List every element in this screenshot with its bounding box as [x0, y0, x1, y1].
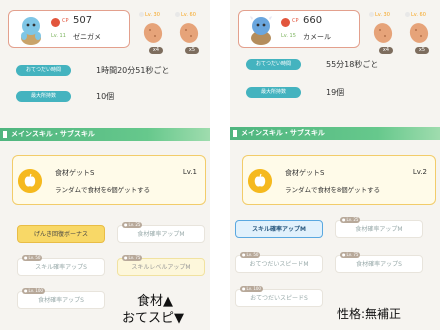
help-time-label: おてつだい時間 — [16, 65, 71, 76]
pokemon-name: カメール — [303, 33, 331, 41]
cp-label: CP — [62, 18, 69, 24]
ingredient-count: x4 — [379, 47, 393, 54]
level-label: Lv. 15 — [281, 33, 296, 39]
subskill-level-tag: Lv. 100 — [240, 286, 263, 292]
subskill-level-tag: Lv. 75 — [122, 255, 143, 261]
pokemon-card[interactable]: CP 660 Lv. 15 カメール — [238, 10, 360, 48]
pokemon-header: CP 507 Lv. 11 ゼニガメ Lv. 30 x4 Lv. 60 x5 — [8, 10, 208, 58]
skill-level: Lv.2 — [412, 168, 427, 176]
cp-label: CP — [292, 18, 299, 24]
cp-value: 507 — [73, 15, 93, 26]
ingredient-count: x4 — [149, 47, 163, 54]
subskill-level-tag: Lv. 25 — [340, 217, 361, 223]
skill-description: ランダムで食材を6個ゲットする — [55, 186, 151, 194]
potato-icon — [373, 23, 393, 43]
subskill-lv10[interactable]: スキル確率アップM — [235, 220, 323, 238]
subskill-label: 食材確率アップS — [38, 297, 84, 304]
right-pokemon-panel: CP 660 Lv. 15 カメール Lv. 30 x4 Lv. 60 x5 お… — [230, 0, 440, 330]
help-time-label: おてつだい時間 — [246, 59, 301, 70]
cp-icon — [51, 18, 60, 27]
subskill-label: げんき回復ボーナス — [33, 231, 88, 238]
ingredient-count: x5 — [185, 47, 199, 54]
skill-section-header: メインスキル・サブスキル — [230, 127, 440, 140]
max-carry-label: 最大所持数 — [246, 87, 301, 98]
potato-icon — [409, 23, 429, 43]
subskill-label: 食材確率アップM — [355, 226, 403, 233]
max-carry-label: 最大所持数 — [16, 91, 71, 102]
apple-icon — [18, 169, 42, 193]
main-skill-card[interactable]: 食材ゲットS Lv.1 ランダムで食材を6個ゲットする — [12, 155, 206, 205]
subskill-label: おてつだいスピードM — [249, 261, 309, 268]
pokemon-name: ゼニガメ — [73, 33, 101, 41]
subskill-lv50[interactable]: Lv. 50 おてつだいスピードM — [235, 252, 323, 273]
max-carry-value: 19個 — [326, 88, 345, 97]
subskill-lv25[interactable]: Lv. 25 食材確率アップM — [117, 222, 205, 243]
subskill-lv100[interactable]: Lv. 100 食材確率アップS — [17, 288, 105, 309]
potato-icon — [179, 23, 199, 43]
subskill-lv10[interactable]: げんき回復ボーナス — [17, 225, 105, 243]
help-time-row: おてつだい時間 1時間20分51秒ごと — [16, 65, 208, 76]
subskill-lv75[interactable]: Lv. 75 食材確率アップS — [335, 252, 423, 273]
subskill-level-tag: Lv. 100 — [22, 288, 45, 294]
ingredient-slot-lv60[interactable]: Lv. 60 x5 — [403, 10, 435, 58]
subskill-lv100[interactable]: Lv. 100 おてつだいスピードS — [235, 286, 323, 307]
ingredient-lv-label: Lv. 60 — [411, 12, 426, 18]
subskill-label: 食材確率アップS — [356, 261, 402, 268]
skill-level: Lv.1 — [182, 168, 197, 176]
help-time-value: 1時間20分51秒ごと — [96, 66, 170, 75]
subskill-lv25[interactable]: Lv. 25 食材確率アップM — [335, 217, 423, 238]
subskill-label: 食材確率アップM — [137, 231, 185, 238]
pokemon-header: CP 660 Lv. 15 カメール Lv. 30 x4 Lv. 60 x5 — [238, 10, 438, 58]
cp-icon — [281, 18, 290, 27]
note-nature: 性格:無補正 — [337, 307, 402, 321]
subskill-lv50[interactable]: Lv. 50 スキル確率アップS — [17, 255, 105, 276]
ingredient-count: x5 — [415, 47, 429, 54]
help-time-row: おてつだい時間 55分18秒ごと — [246, 59, 438, 70]
ingredient-slot-lv30[interactable]: Lv. 30 x4 — [367, 10, 399, 58]
skill-name: 食材ゲットS — [285, 169, 325, 177]
potato-icon — [143, 23, 163, 43]
left-pokemon-panel: CP 507 Lv. 11 ゼニガメ Lv. 30 x4 Lv. 60 x5 お… — [0, 0, 210, 330]
ingredient-lv-label: Lv. 30 — [145, 12, 160, 18]
apple-icon — [248, 169, 272, 193]
ingredient-lv-label: Lv. 30 — [375, 12, 390, 18]
level-label: Lv. 11 — [51, 33, 66, 39]
max-carry-value: 10個 — [96, 92, 115, 101]
subskill-level-tag: Lv. 25 — [122, 222, 143, 228]
subskill-label: おてつだいスピードS — [250, 295, 308, 302]
skill-description: ランダムで食材を8個ゲットする — [285, 186, 381, 194]
main-skill-card[interactable]: 食材ゲットS Lv.2 ランダムで食材を8個ゲットする — [242, 155, 436, 205]
ingredient-slot-lv60[interactable]: Lv. 60 x5 — [173, 10, 205, 58]
ingredient-slot-lv30[interactable]: Lv. 30 x4 — [137, 10, 169, 58]
help-time-value: 55分18秒ごと — [326, 60, 379, 69]
cp-value: 660 — [303, 15, 323, 26]
subskill-label: スキル確率アップS — [35, 264, 87, 271]
max-carry-row: 最大所持数 10個 — [16, 91, 208, 102]
note-speed-down: おてスピ▼ — [122, 311, 184, 326]
subskill-level-tag: Lv. 75 — [340, 252, 361, 258]
skill-section-header: メインスキル・サブスキル — [0, 128, 210, 141]
subskill-level-tag: Lv. 50 — [240, 252, 261, 258]
skill-name: 食材ゲットS — [55, 169, 95, 177]
pokemon-card[interactable]: CP 507 Lv. 11 ゼニガメ — [8, 10, 130, 48]
subskill-level-tag: Lv. 50 — [22, 255, 43, 261]
subskill-label: スキル確率アップM — [252, 226, 306, 233]
subskill-label: スキルレベルアップM — [131, 264, 191, 271]
squirtle-sprite — [21, 17, 41, 45]
max-carry-row: 最大所持数 19個 — [246, 87, 438, 98]
wartortle-sprite — [250, 16, 272, 45]
ingredient-lv-label: Lv. 60 — [181, 12, 196, 18]
subskill-lv75[interactable]: Lv. 75 スキルレベルアップM — [117, 255, 205, 276]
